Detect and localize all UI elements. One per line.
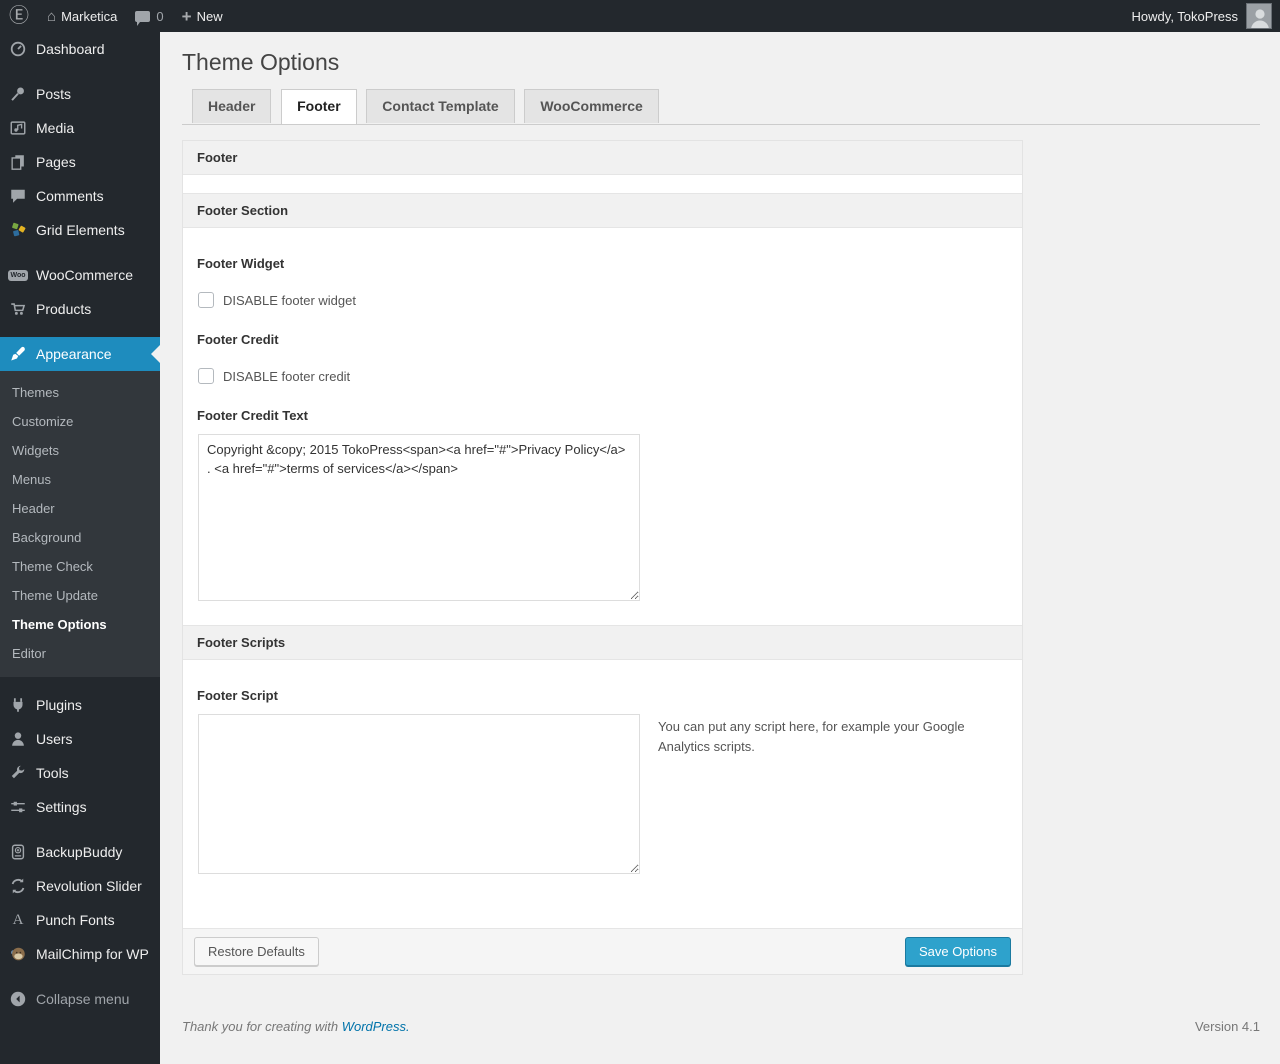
- wrench-icon: [8, 763, 28, 783]
- pushpin-icon: [8, 84, 28, 104]
- sidebar-subitem-menus[interactable]: Menus: [0, 465, 160, 494]
- plug-icon: [8, 695, 28, 715]
- user-avatar[interactable]: [1246, 3, 1272, 29]
- sidebar-item-revolution-slider[interactable]: Revolution Slider: [0, 869, 160, 903]
- sidebar-item-users[interactable]: Users: [0, 722, 160, 756]
- page-title: Theme Options: [182, 49, 340, 75]
- sidebar-item-plugins[interactable]: Plugins: [0, 688, 160, 722]
- disable-footer-credit-checkbox[interactable]: [198, 368, 214, 384]
- footer-script-textarea[interactable]: [198, 714, 640, 874]
- wordpress-logo-icon: Ⓔ: [9, 5, 29, 27]
- restore-defaults-button[interactable]: Restore Defaults: [194, 937, 319, 966]
- site-name-link[interactable]: ⌂ Marketica: [38, 0, 126, 32]
- comment-bubble-icon: [135, 10, 151, 26]
- mailchimp-monkey-icon: [8, 944, 28, 964]
- settings-sliders-icon: [8, 797, 28, 817]
- tab-header[interactable]: Header: [192, 89, 272, 123]
- main-content: Theme Options Header Footer Contact Temp…: [160, 32, 1280, 1064]
- sidebar-item-mailchimp[interactable]: MailChimp for WP: [0, 937, 160, 971]
- sidebar-subitem-editor[interactable]: Editor: [0, 639, 160, 668]
- footer-widget-label: Footer Widget: [197, 256, 285, 271]
- sidebar-item-punch-fonts[interactable]: A Punch Fonts: [0, 903, 160, 937]
- sidebar-item-settings[interactable]: Settings: [0, 790, 160, 824]
- sidebar-subitem-customize[interactable]: Customize: [0, 407, 160, 436]
- appearance-submenu: Themes Customize Widgets Menus Header Ba…: [0, 371, 160, 677]
- backupbuddy-icon: [8, 842, 28, 862]
- comments-icon: [8, 186, 28, 206]
- footer-credit-text-label: Footer Credit Text: [197, 408, 308, 423]
- sidebar-item-grid-elements[interactable]: Grid Elements: [0, 213, 160, 247]
- tab-bar: Header Footer Contact Template WooCommer…: [182, 89, 1260, 125]
- group-header-footer[interactable]: Footer: [183, 141, 1022, 175]
- panel-spacer: [183, 175, 1022, 193]
- grid-elements-icon: [8, 220, 28, 240]
- admin-sidebar: Dashboard Posts Media Pages Comments Gri…: [0, 32, 160, 1064]
- new-content-menu[interactable]: + New: [173, 0, 232, 32]
- sidebar-item-backupbuddy[interactable]: BackupBuddy: [0, 835, 160, 869]
- site-name: Marketica: [61, 8, 118, 24]
- sidebar-item-comments[interactable]: Comments: [0, 179, 160, 213]
- footer-credit-label: Footer Credit: [197, 332, 279, 347]
- sidebar-subitem-header[interactable]: Header: [0, 494, 160, 523]
- disable-footer-widget-label[interactable]: DISABLE footer widget: [223, 293, 356, 308]
- new-label: New: [196, 8, 223, 24]
- version-text: Version 4.1: [1194, 1019, 1260, 1034]
- admin-bar: Ⓔ ⌂ Marketica 0 + New Howdy, TokoPress: [0, 0, 1280, 32]
- sidebar-item-woocommerce[interactable]: Woo WooCommerce: [0, 258, 160, 292]
- footer-scripts-body: Footer Script You can put any script her…: [183, 660, 1022, 928]
- footer-credit-text-textarea[interactable]: Copyright &copy; 2015 TokoPress<span><a …: [198, 434, 640, 601]
- section-header-footer-section: Footer Section: [183, 193, 1022, 228]
- woocommerce-icon: Woo: [8, 269, 28, 281]
- sidebar-subitem-theme-update[interactable]: Theme Update: [0, 581, 160, 610]
- avatar-person-icon: [1247, 4, 1271, 28]
- sidebar-item-appearance[interactable]: Appearance: [0, 337, 160, 371]
- sidebar-subitem-theme-options[interactable]: Theme Options: [0, 610, 160, 639]
- sidebar-collapse-menu[interactable]: Collapse menu: [0, 982, 160, 1016]
- media-icon: [8, 118, 28, 138]
- sidebar-subitem-background[interactable]: Background: [0, 523, 160, 552]
- sidebar-item-dashboard[interactable]: Dashboard: [0, 32, 160, 66]
- collapse-arrow-icon: [8, 989, 28, 1009]
- plus-icon: +: [181, 6, 192, 26]
- letter-a-icon: A: [12, 911, 24, 928]
- theme-options-panel: Footer Footer Section Footer Widget DISA…: [182, 140, 1023, 975]
- disable-footer-credit-label[interactable]: DISABLE footer credit: [223, 369, 350, 384]
- paintbrush-icon: [8, 344, 28, 364]
- footer-script-help-text: You can put any script here, for example…: [658, 719, 965, 755]
- sidebar-item-posts[interactable]: Posts: [0, 77, 160, 111]
- user-icon: [8, 729, 28, 749]
- admin-footer: Thank you for creating with WordPress. V…: [182, 1019, 1260, 1034]
- wordpress-logo-menu[interactable]: Ⓔ: [0, 0, 38, 32]
- howdy-account-link[interactable]: Howdy, TokoPress: [1132, 9, 1238, 24]
- wordpress-link[interactable]: WordPress.: [342, 1019, 410, 1034]
- sidebar-item-tools[interactable]: Tools: [0, 756, 160, 790]
- tab-woocommerce[interactable]: WooCommerce: [524, 89, 659, 123]
- save-options-button[interactable]: Save Options: [904, 937, 1011, 966]
- tab-footer[interactable]: Footer: [281, 89, 357, 124]
- footer-section-body: Footer Widget DISABLE footer widget Foot…: [183, 228, 1022, 601]
- sidebar-item-pages[interactable]: Pages: [0, 145, 160, 179]
- panel-action-bar: Restore Defaults Save Options: [183, 928, 1022, 974]
- cart-icon: [8, 299, 28, 319]
- section-header-footer-scripts: Footer Scripts: [183, 625, 1022, 660]
- sidebar-item-products[interactable]: Products: [0, 292, 160, 326]
- home-icon: ⌂: [47, 7, 57, 25]
- sidebar-subitem-widgets[interactable]: Widgets: [0, 436, 160, 465]
- sidebar-subitem-theme-check[interactable]: Theme Check: [0, 552, 160, 581]
- comment-count: 0: [156, 8, 164, 24]
- footer-thanks-text: Thank you for creating with WordPress.: [182, 1019, 410, 1034]
- disable-footer-widget-checkbox[interactable]: [198, 292, 214, 308]
- sidebar-subitem-themes[interactable]: Themes: [0, 378, 160, 407]
- footer-script-label: Footer Script: [197, 688, 278, 703]
- tab-contact-template[interactable]: Contact Template: [366, 89, 515, 123]
- comments-adminbar-link[interactable]: 0: [126, 0, 172, 32]
- refresh-arrows-icon: [8, 876, 28, 896]
- pages-icon: [8, 152, 28, 172]
- dashboard-icon: [8, 39, 28, 59]
- sidebar-item-media[interactable]: Media: [0, 111, 160, 145]
